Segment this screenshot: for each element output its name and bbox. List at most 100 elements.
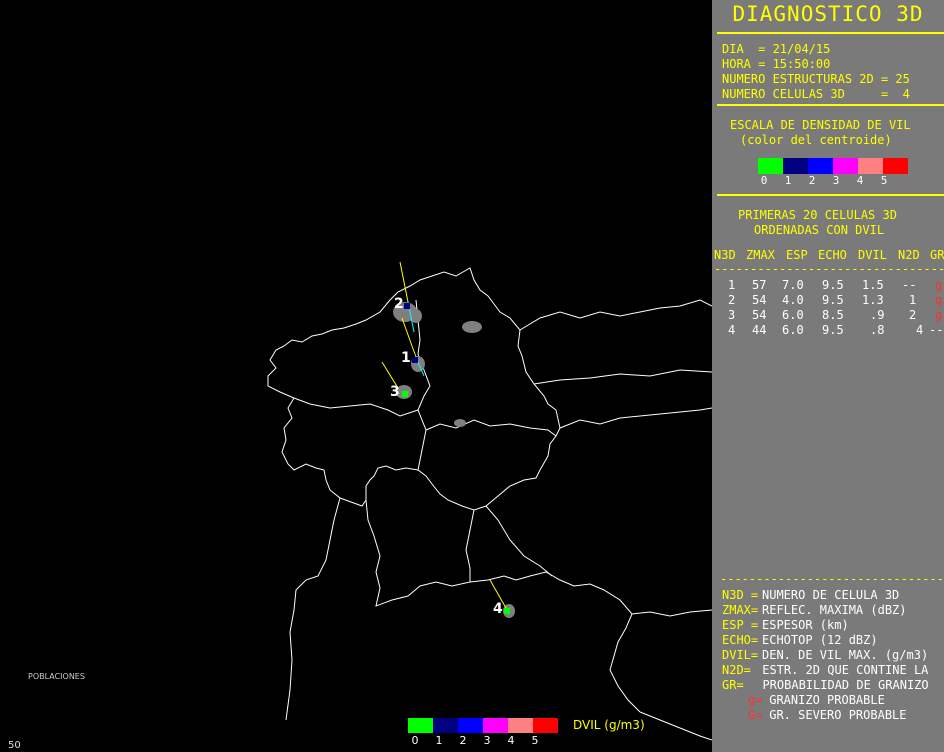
- cell-label[interactable]: 3: [390, 384, 400, 400]
- legend-label: 2: [459, 734, 467, 747]
- glossary-key: N3D =: [722, 588, 759, 602]
- diagnostic-panel: DIAGNOSTICO 3D DIA = 21/04/15 HORA = 15:…: [712, 0, 944, 752]
- cell-zmax: 57: [752, 278, 767, 292]
- glossary-key: N2D=: [722, 663, 751, 677]
- glossary-key: ECHO=: [722, 633, 759, 647]
- cell-centroid: [504, 608, 510, 614]
- cell-label[interactable]: 1: [401, 350, 411, 366]
- cell-echo: 9.5: [822, 278, 844, 292]
- province-border: [425, 419, 557, 437]
- vil-swatch: [783, 158, 808, 174]
- cell-centroid: [412, 357, 418, 363]
- glossary-text: ESPESOR (km): [762, 618, 849, 632]
- glossary-text: ESTR. 2D QUE CONTINE LA: [755, 663, 929, 677]
- glossary-key: GR=: [722, 678, 744, 692]
- cell-gr: g: [935, 278, 943, 292]
- glossary-text: ECHOTOP (12 dBZ): [762, 633, 878, 647]
- glossary-dashes: ------------------------------------: [720, 572, 944, 586]
- cell-gr: g: [935, 308, 943, 322]
- vil-label: 1: [784, 174, 792, 187]
- vil-label: 4: [856, 174, 864, 187]
- region-border: [519, 299, 712, 331]
- vil-swatch: [833, 158, 858, 174]
- glossary-text: DEN. DE VIL MAX. (g/m3): [762, 648, 929, 662]
- legend-label: 5: [531, 734, 539, 747]
- col-gr: GR: [930, 248, 944, 262]
- hail-key: G=: [748, 708, 763, 722]
- cell-n2d: --: [902, 278, 917, 292]
- region-border: [631, 609, 712, 617]
- region-border: [285, 497, 341, 721]
- cell-centroid: [402, 391, 408, 397]
- cell-label[interactable]: 4: [493, 601, 503, 617]
- col-n3d: N3D: [714, 248, 736, 262]
- legend-swatch: [533, 718, 558, 733]
- divider: [717, 104, 944, 106]
- cell-echo: 9.5: [822, 293, 844, 307]
- info-time: HORA = 15:50:00: [722, 57, 831, 71]
- cell-esp: 6.0: [782, 323, 804, 337]
- hail-text: GR. SEVERO PROBABLE: [762, 708, 907, 722]
- region-border: [365, 499, 641, 713]
- radar-map[interactable]: 1 2 3 4 POBLACIONES 50 0 1 2 3 4 5 DVIL …: [0, 0, 712, 752]
- cell-dvil: 1.5: [862, 278, 884, 292]
- cell-n3d: 2: [728, 293, 736, 307]
- cell-label[interactable]: 2: [394, 296, 404, 312]
- glossary-text: PROBABILIDAD DE GRANIZO: [748, 678, 929, 692]
- col-dvil: DVIL: [858, 248, 887, 262]
- region-border: [485, 505, 553, 577]
- vil-label: 0: [760, 174, 768, 187]
- glossary-text: REFLEC. MAXIMA (dBZ): [762, 603, 907, 617]
- cell-zmax: 44: [752, 323, 767, 337]
- col-esp: ESP: [786, 248, 808, 262]
- radar-echo: [454, 419, 466, 427]
- vil-swatch: [858, 158, 883, 174]
- map-boundaries: [267, 261, 712, 741]
- cell-dvil: .9: [870, 308, 885, 322]
- ranking-dashes: ------------------------------------: [714, 262, 944, 276]
- legend-swatch: [458, 718, 483, 733]
- cell-dvil: 1.3: [862, 293, 884, 307]
- dvil-legend: 0 1 2 3 4 5 DVIL (g/m3): [408, 718, 708, 748]
- info-date: DIA = 21/04/15: [722, 42, 831, 56]
- cell-echo: 8.5: [822, 308, 844, 322]
- coastline: [267, 267, 561, 511]
- legend-label: 1: [435, 734, 443, 747]
- glossary-key: ZMAX=: [722, 603, 759, 617]
- vil-label: 5: [880, 174, 888, 187]
- vil-swatch: [883, 158, 908, 174]
- cell-n2d: 2: [909, 308, 917, 322]
- province-border: [293, 397, 419, 417]
- poblaciones-toggle[interactable]: POBLACIONES: [28, 672, 85, 681]
- vil-scale-title: ESCALA DE DENSIDAD DE VIL: [730, 118, 911, 132]
- ranking-title: PRIMERAS 20 CELULAS 3D: [738, 208, 897, 222]
- cell-dvil: .8: [870, 323, 885, 337]
- legend-swatch: [408, 718, 433, 733]
- corner-value: 50: [8, 740, 21, 751]
- hail-key: g=: [748, 693, 763, 707]
- col-echo: ECHO: [818, 248, 847, 262]
- divider: [717, 194, 944, 196]
- ranking-subtitle: ORDENADAS CON DVIL: [754, 223, 885, 237]
- legend-swatch: [433, 718, 458, 733]
- legend-swatch: [508, 718, 533, 733]
- cell-zmax: 54: [752, 293, 767, 307]
- cell-zmax: 54: [752, 308, 767, 322]
- vil-label: 3: [832, 174, 840, 187]
- region-border: [533, 369, 712, 385]
- cell-echo: 9.5: [822, 323, 844, 337]
- cell-esp: 6.0: [782, 308, 804, 322]
- col-n2d: N2D: [898, 248, 920, 262]
- legend-label: 4: [507, 734, 515, 747]
- info-cells: NUMERO CELULAS 3D = 4: [722, 87, 910, 101]
- cell-esp: 4.0: [782, 293, 804, 307]
- cell-gr: g: [935, 293, 943, 307]
- cell-n3d: 1: [728, 278, 736, 292]
- cell-n2d: 4: [916, 323, 924, 337]
- vil-label: 2: [808, 174, 816, 187]
- col-zmax: ZMAX: [746, 248, 775, 262]
- legend-label: 0: [411, 734, 419, 747]
- cell-n3d: 4: [728, 323, 736, 337]
- glossary-key: ESP =: [722, 618, 759, 632]
- cell-n3d: 3: [728, 308, 736, 322]
